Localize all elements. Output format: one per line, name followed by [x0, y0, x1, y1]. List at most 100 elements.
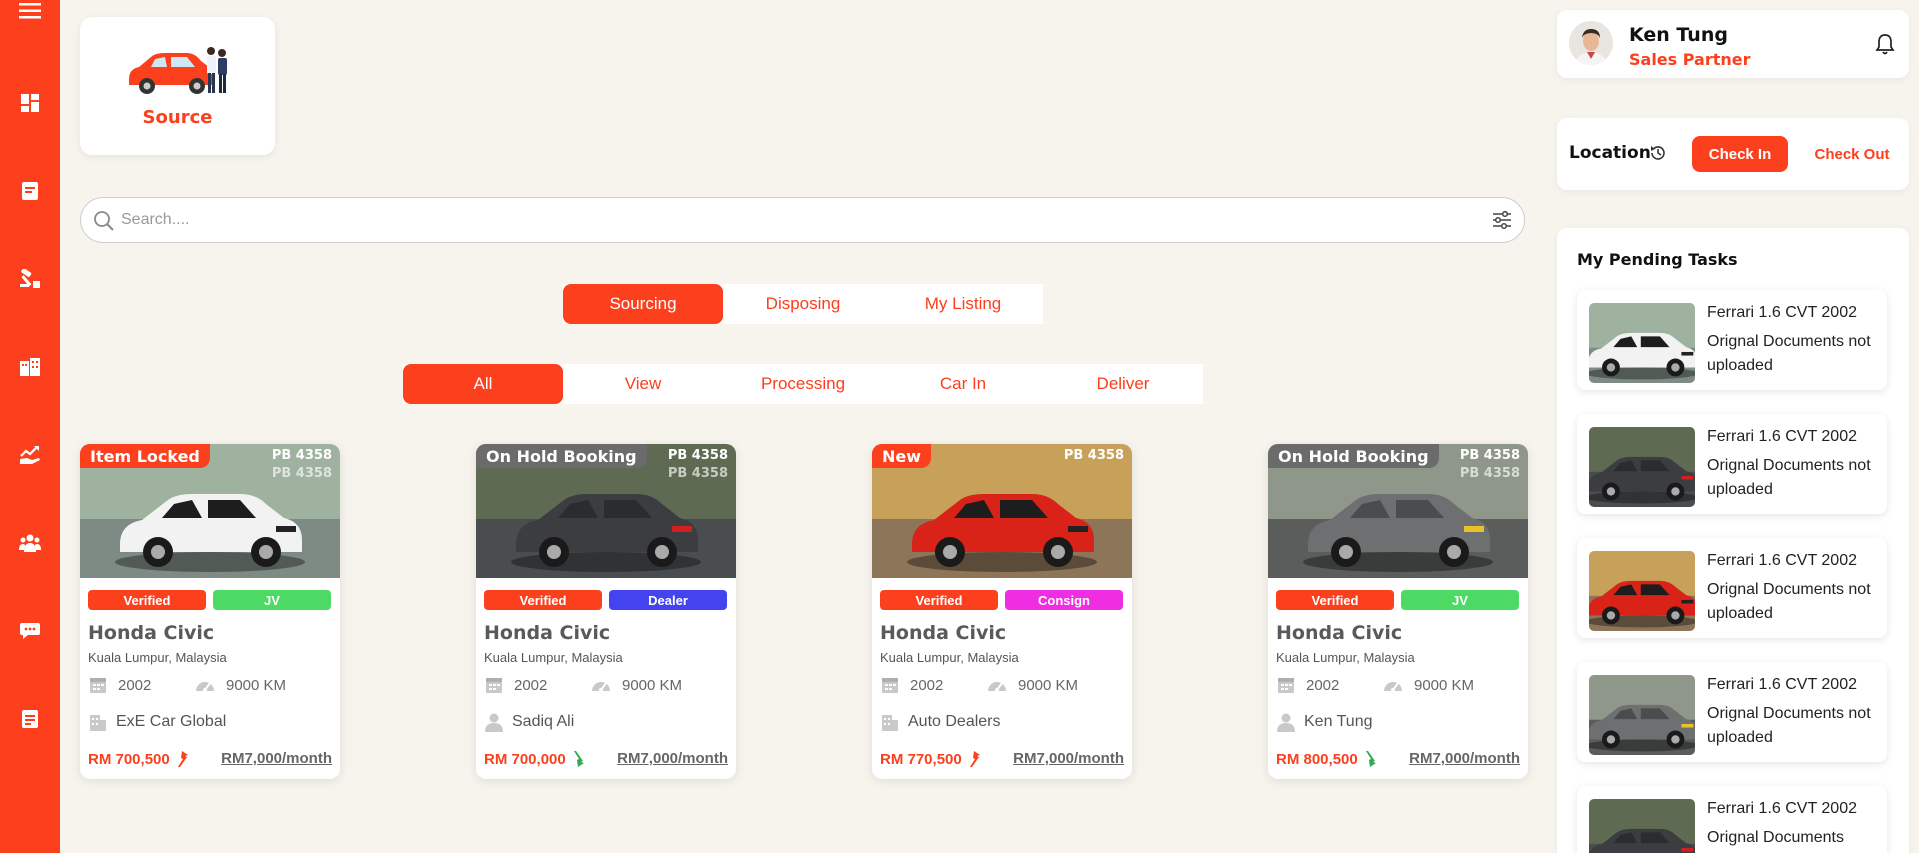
source-card[interactable]: Source — [80, 17, 275, 155]
owner-row: Ken Tung — [1276, 712, 1373, 732]
report-icon[interactable] — [19, 708, 41, 730]
filter-deliver[interactable]: Deliver — [1043, 364, 1203, 404]
check-in-button[interactable]: Check In — [1692, 136, 1788, 172]
badge: Verified — [88, 590, 206, 610]
car-card[interactable]: On Hold Booking PB 4358 PB 4358 Verified… — [476, 444, 736, 779]
car-price: RM 700,000 — [484, 750, 566, 768]
monthly-price-link[interactable]: RM7,000/month — [617, 750, 728, 767]
pending-tasks-title: My Pending Tasks — [1577, 250, 1738, 269]
search-input[interactable] — [121, 198, 1461, 241]
car-photo: On Hold Booking PB 4358 PB 4358 — [1268, 444, 1528, 578]
chart-hand-icon[interactable] — [19, 444, 41, 466]
pending-task-item[interactable]: Ferrari 1.6 CVT 2002 Orignal Documents — [1577, 786, 1887, 853]
avatar[interactable] — [1569, 21, 1613, 65]
status-tag: On Hold Booking — [1268, 444, 1439, 468]
car-location: Kuala Lumpur, Malaysia — [880, 650, 1019, 665]
car-card[interactable]: Item Locked PB 4358 PB 4358 Verified JV H… — [80, 444, 340, 779]
dashboard-icon[interactable] — [19, 92, 41, 114]
price-row: RM 700,000 — [484, 750, 585, 768]
badge: Verified — [1276, 590, 1394, 610]
auction-icon[interactable] — [19, 268, 41, 290]
search-bar — [80, 197, 1525, 243]
user-role: Sales Partner — [1629, 50, 1751, 69]
owner-row: Auto Dealers — [880, 712, 1001, 732]
car-year: 2002 — [910, 676, 944, 694]
owner-row: ExE Car Global — [88, 712, 226, 732]
location-label: Location — [1569, 143, 1651, 163]
status-filters: All View Processing Car In Deliver — [403, 364, 1203, 404]
car-location: Kuala Lumpur, Malaysia — [484, 650, 623, 665]
price-row: RM 770,500 — [880, 750, 981, 768]
car-year: 2002 — [514, 676, 548, 694]
pending-tasks-panel: My Pending Tasks Ferrari 1.6 CVT 2002 Or… — [1557, 228, 1909, 853]
pending-task-item[interactable]: Ferrari 1.6 CVT 2002 Orignal Documents n… — [1577, 290, 1887, 390]
car-mileage: 9000 KM — [1414, 676, 1475, 694]
plate-number: PB 4358 — [1459, 448, 1520, 463]
monthly-price-link[interactable]: RM7,000/month — [1409, 750, 1520, 767]
team-icon[interactable] — [19, 532, 41, 554]
badge-group: Verified JV — [88, 590, 331, 610]
car-mileage: 9000 KM — [622, 676, 683, 694]
document-icon[interactable] — [19, 180, 41, 202]
mileage-spec: 9000 KM — [194, 676, 286, 694]
plate-number-secondary: PB 4358 — [1459, 466, 1520, 481]
mileage-spec: 9000 KM — [986, 676, 1078, 694]
filter-processing[interactable]: Processing — [723, 364, 883, 404]
filter-all[interactable]: All — [403, 364, 563, 404]
mileage-spec: 9000 KM — [1382, 676, 1474, 694]
monthly-price-link[interactable]: RM7,000/month — [1013, 750, 1124, 767]
calendar-icon — [1278, 678, 1294, 693]
task-title: Ferrari 1.6 CVT 2002 — [1707, 552, 1857, 569]
owner-name: Sadiq Ali — [512, 713, 575, 730]
trend-up-icon — [177, 751, 188, 767]
task-description: Orignal Documents not uploaded — [1707, 705, 1871, 746]
task-thumbnail — [1589, 799, 1695, 853]
history-icon[interactable] — [1649, 144, 1667, 162]
tab-sourcing[interactable]: Sourcing — [563, 284, 723, 324]
pending-task-item[interactable]: Ferrari 1.6 CVT 2002 Orignal Documents n… — [1577, 538, 1887, 638]
task-description: Orignal Documents not uploaded — [1707, 333, 1871, 374]
pending-task-item[interactable]: Ferrari 1.6 CVT 2002 Orignal Documents n… — [1577, 662, 1887, 762]
filter-icon[interactable] — [1492, 211, 1512, 229]
check-out-button[interactable]: Check Out — [1804, 136, 1900, 172]
car-name: Honda Civic — [88, 622, 215, 644]
car-location: Kuala Lumpur, Malaysia — [88, 650, 227, 665]
search-icon — [94, 211, 114, 231]
chat-icon[interactable] — [19, 620, 41, 642]
bell-icon[interactable] — [1873, 32, 1897, 56]
tab-my-listing[interactable]: My Listing — [883, 284, 1043, 324]
filter-car-in[interactable]: Car In — [883, 364, 1043, 404]
task-title: Ferrari 1.6 CVT 2002 — [1707, 800, 1857, 817]
badge-group: Verified JV — [1276, 590, 1519, 610]
monthly-price-link[interactable]: RM7,000/month — [221, 750, 332, 767]
car-year: 2002 — [118, 676, 152, 694]
car-price: RM 700,500 — [88, 750, 170, 768]
car-price: RM 800,500 — [1276, 750, 1358, 768]
plate-number: PB 4358 — [1063, 448, 1124, 463]
task-thumbnail — [1589, 675, 1695, 755]
task-description: Orignal Documents not uploaded — [1707, 457, 1871, 498]
pending-task-item[interactable]: Ferrari 1.6 CVT 2002 Orignal Documents n… — [1577, 414, 1887, 514]
plate-number-secondary: PB 4358 — [271, 466, 332, 481]
year-spec: 2002 — [1276, 676, 1339, 694]
car-photo: Item Locked PB 4358 PB 4358 — [80, 444, 340, 578]
location-card: Location Check In Check Out — [1557, 118, 1909, 190]
tab-disposing[interactable]: Disposing — [723, 284, 883, 324]
source-label: Source — [142, 107, 213, 128]
building-icon[interactable] — [19, 356, 41, 378]
task-title: Ferrari 1.6 CVT 2002 — [1707, 304, 1857, 321]
badge-group: Verified Dealer — [484, 590, 727, 610]
badge: JV — [1401, 590, 1519, 610]
year-spec: 2002 — [880, 676, 943, 694]
task-description: Orignal Documents not uploaded — [1707, 581, 1871, 622]
building-icon — [90, 715, 106, 731]
status-tag: Item Locked — [80, 444, 210, 468]
owner-row: Sadiq Ali — [484, 712, 574, 732]
car-price: RM 770,500 — [880, 750, 962, 768]
car-card[interactable]: New PB 4358 Verified Consign Honda Civic … — [872, 444, 1132, 779]
car-card[interactable]: On Hold Booking PB 4358 PB 4358 Verified… — [1268, 444, 1528, 779]
badge: Verified — [880, 590, 998, 610]
menu-icon[interactable] — [19, 0, 41, 22]
speedometer-icon — [1384, 682, 1402, 692]
filter-view[interactable]: View — [563, 364, 723, 404]
